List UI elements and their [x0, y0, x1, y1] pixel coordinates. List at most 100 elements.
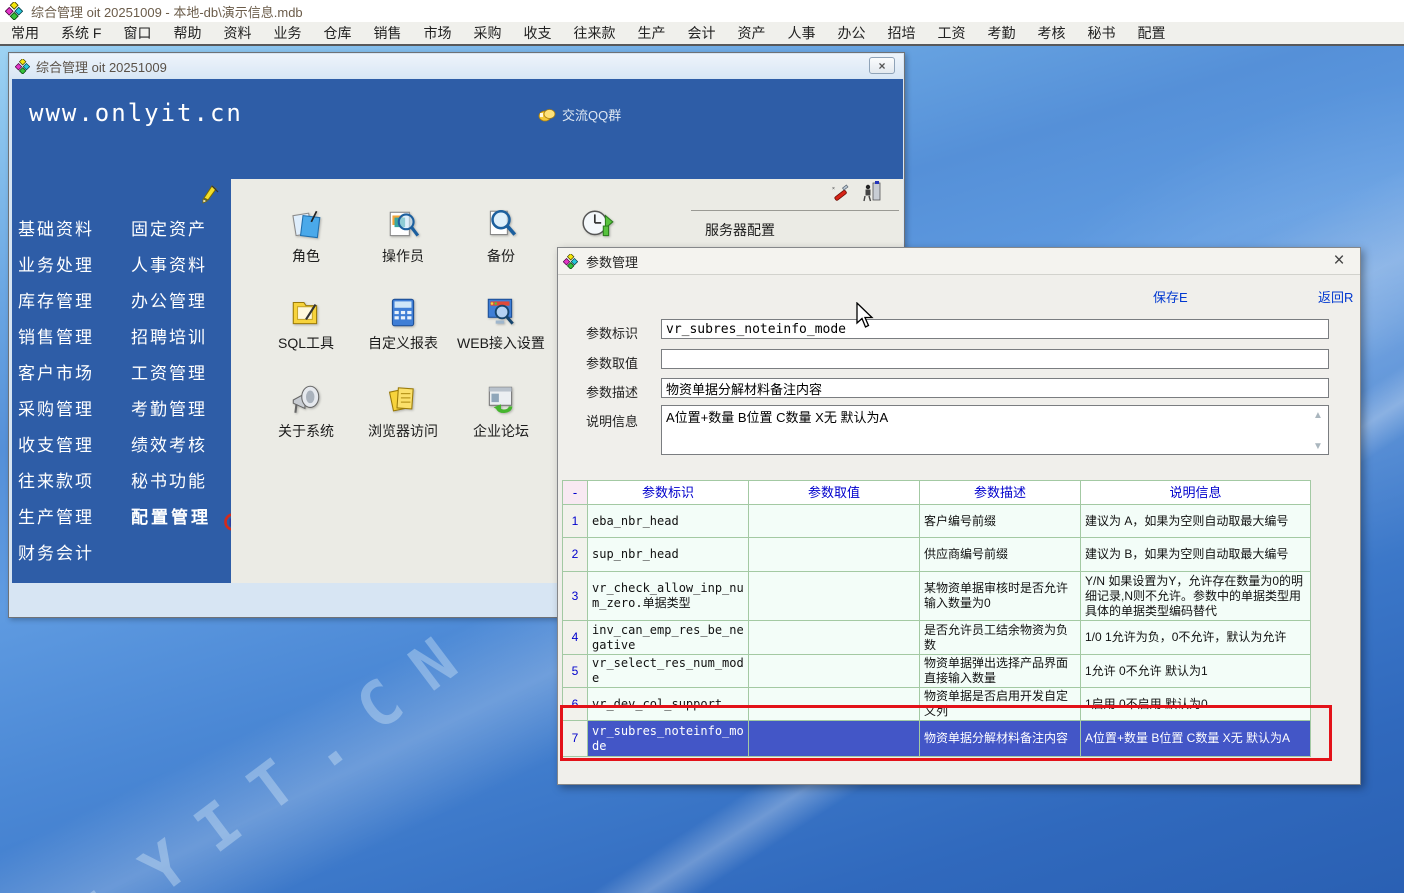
- cell-param-id[interactable]: sup_nbr_head: [588, 538, 749, 572]
- sidebar-item-收支管理[interactable]: 收支管理: [18, 431, 128, 455]
- server-item-服务器配置[interactable]: 服务器配置: [705, 220, 899, 240]
- dialog-titlebar[interactable]: 参数管理 ×: [558, 248, 1360, 275]
- save-link[interactable]: 保存E: [1153, 287, 1188, 306]
- tools-icon[interactable]: ×: [831, 183, 851, 205]
- menu-item-仓库[interactable]: 仓库: [312, 22, 362, 44]
- param-id-input[interactable]: [661, 319, 1329, 339]
- table-row-1[interactable]: 1eba_nbr_head 客户编号前缀建议为 A，如果为空则自动取最大编号: [563, 505, 1311, 538]
- column-header-参数标识[interactable]: 参数标识: [588, 481, 749, 505]
- cell-param-desc[interactable]: 某物资单据审核时是否允许输入数量为0: [920, 572, 1081, 621]
- cell-param-value[interactable]: [749, 505, 920, 538]
- sidebar-item-客户市场[interactable]: 客户市场: [18, 359, 128, 383]
- cell-param-id[interactable]: inv_can_emp_res_be_negative: [588, 621, 749, 655]
- cell-param-value[interactable]: [749, 721, 920, 757]
- cell-param-id[interactable]: vr_dev_col_support: [588, 688, 749, 721]
- sidebar-item-业务处理[interactable]: 业务处理: [18, 251, 128, 275]
- cell-param-desc[interactable]: 物资单据弹出选择产品界面直接输入数量: [920, 655, 1081, 688]
- menu-item-市场[interactable]: 市场: [412, 22, 462, 44]
- cell-param-desc[interactable]: 是否允许员工结余物资为负数: [920, 621, 1081, 655]
- menu-item-会计[interactable]: 会计: [676, 22, 726, 44]
- table-row-5[interactable]: 5vr_select_res_num_mode 物资单据弹出选择产品界面直接输入数…: [563, 655, 1311, 688]
- cell-param-info[interactable]: 建议为 B，如果为空则自动取最大编号: [1081, 538, 1311, 572]
- launcher-角色[interactable]: 角色: [258, 207, 354, 266]
- column-header-说明信息[interactable]: 说明信息: [1081, 481, 1311, 505]
- cell-param-info[interactable]: Y/N 如果设置为Y，允许存在数量为0的明细记录,N则不允许。参数中的单据类型用…: [1081, 572, 1311, 621]
- menu-item-收支[interactable]: 收支: [512, 22, 562, 44]
- cell-param-info[interactable]: 1启用 0不启用 默认为0: [1081, 688, 1311, 721]
- sidebar-item-固定资产[interactable]: 固定资产: [131, 215, 241, 239]
- cell-param-info[interactable]: 建议为 A，如果为空则自动取最大编号: [1081, 505, 1311, 538]
- menu-item-配置[interactable]: 配置: [1126, 22, 1176, 44]
- cell-param-value[interactable]: [749, 621, 920, 655]
- cell-param-id[interactable]: vr_subres_noteinfo_mode: [588, 721, 749, 757]
- sidebar-item-秘书功能[interactable]: 秘书功能: [131, 467, 241, 491]
- param-desc-input[interactable]: [661, 378, 1329, 398]
- launcher-浏览器访问[interactable]: 浏览器访问: [355, 382, 451, 441]
- menu-item-资料[interactable]: 资料: [212, 22, 262, 44]
- sidebar-item-绩效考核[interactable]: 绩效考核: [131, 431, 241, 455]
- exit-icon[interactable]: [862, 180, 882, 202]
- table-row-4[interactable]: 4inv_can_emp_res_be_negative 是否允许员工结余物资为负…: [563, 621, 1311, 655]
- window-close-button[interactable]: ×: [869, 57, 895, 74]
- cell-param-desc[interactable]: 供应商编号前缀: [920, 538, 1081, 572]
- cell-param-info[interactable]: 1/0 1允许为负，0不允许，默认为允许: [1081, 621, 1311, 655]
- row-index[interactable]: 2: [563, 538, 588, 572]
- launcher-备份[interactable]: 备份: [453, 207, 549, 266]
- cell-param-value[interactable]: [749, 655, 920, 688]
- sidebar-item-工资管理[interactable]: 工资管理: [131, 359, 241, 383]
- cell-param-value[interactable]: [749, 572, 920, 621]
- menu-item-生产[interactable]: 生产: [626, 22, 676, 44]
- column-header-参数取值[interactable]: 参数取值: [749, 481, 920, 505]
- skin-brush-icon[interactable]: [200, 182, 222, 204]
- cell-param-id[interactable]: eba_nbr_head: [588, 505, 749, 538]
- sidebar-item-办公管理[interactable]: 办公管理: [131, 287, 241, 311]
- launcher-WEB接入设置[interactable]: WEB接入设置: [453, 294, 549, 353]
- sidebar-item-招聘培训[interactable]: 招聘培训: [131, 323, 241, 347]
- back-link[interactable]: 返回R: [1318, 287, 1353, 306]
- menu-item-招培[interactable]: 招培: [876, 22, 926, 44]
- sidebar-item-基础资料[interactable]: 基础资料: [18, 215, 128, 239]
- menu-item-帮助[interactable]: 帮助: [162, 22, 212, 44]
- menu-item-资产[interactable]: 资产: [726, 22, 776, 44]
- qq-group-link[interactable]: 交流QQ群: [538, 105, 621, 124]
- menu-item-常用[interactable]: 常用: [0, 22, 50, 44]
- launcher-企业论坛[interactable]: 企业论坛: [453, 382, 549, 441]
- menu-item-窗口[interactable]: 窗口: [112, 22, 162, 44]
- sidebar-item-财务会计[interactable]: 财务会计: [18, 539, 128, 563]
- param-info-textarea[interactable]: A位置+数量 B位置 C数量 X无 默认为A: [661, 405, 1329, 455]
- sidebar-item-考勤管理[interactable]: 考勤管理: [131, 395, 241, 419]
- cell-param-desc[interactable]: 客户编号前缀: [920, 505, 1081, 538]
- launcher-操作员[interactable]: 操作员: [355, 207, 451, 266]
- sidebar-item-往来款项[interactable]: 往来款项: [18, 467, 128, 491]
- cell-param-id[interactable]: vr_select_res_num_mode: [588, 655, 749, 688]
- row-index[interactable]: 4: [563, 621, 588, 655]
- menu-item-业务[interactable]: 业务: [262, 22, 312, 44]
- menu-item-人事[interactable]: 人事: [776, 22, 826, 44]
- dialog-close-button[interactable]: ×: [1328, 250, 1350, 272]
- cell-param-info[interactable]: A位置+数量 B位置 C数量 X无 默认为A: [1081, 721, 1311, 757]
- menu-item-考核[interactable]: 考核: [1026, 22, 1076, 44]
- table-row-7[interactable]: 7vr_subres_noteinfo_mode 物资单据分解材料备注内容A位置+…: [563, 721, 1311, 757]
- sidebar-item-人事资料[interactable]: 人事资料: [131, 251, 241, 275]
- menu-item-考勤[interactable]: 考勤: [976, 22, 1026, 44]
- menu-item-系统 F[interactable]: 系统 F: [50, 22, 112, 44]
- launcher-关于系统[interactable]: 关于系统: [258, 382, 354, 441]
- cell-param-value[interactable]: [749, 688, 920, 721]
- table-row-2[interactable]: 2sup_nbr_head 供应商编号前缀建议为 B，如果为空则自动取最大编号: [563, 538, 1311, 572]
- table-row-3[interactable]: 3vr_check_allow_inp_num_zero.单据类型某物资单据审核…: [563, 572, 1311, 621]
- cell-param-desc[interactable]: 物资单据分解材料备注内容: [920, 721, 1081, 757]
- table-row-6[interactable]: 6vr_dev_col_support物资单据是否启用开发自定义列1启用 0不启…: [563, 688, 1311, 721]
- row-index[interactable]: 7: [563, 721, 588, 757]
- cell-param-value[interactable]: [749, 538, 920, 572]
- menu-item-销售[interactable]: 销售: [362, 22, 412, 44]
- param-value-input[interactable]: [661, 349, 1329, 369]
- column-header-参数描述[interactable]: 参数描述: [920, 481, 1081, 505]
- menu-item-办公[interactable]: 办公: [826, 22, 876, 44]
- sidebar-item-销售管理[interactable]: 销售管理: [18, 323, 128, 347]
- menu-item-采购[interactable]: 采购: [462, 22, 512, 44]
- menu-item-往来款[interactable]: 往来款: [562, 22, 626, 44]
- sidebar-item-生产管理[interactable]: 生产管理: [18, 503, 128, 527]
- sidebar-item-采购管理[interactable]: 采购管理: [18, 395, 128, 419]
- row-index[interactable]: 5: [563, 655, 588, 688]
- row-index[interactable]: 1: [563, 505, 588, 538]
